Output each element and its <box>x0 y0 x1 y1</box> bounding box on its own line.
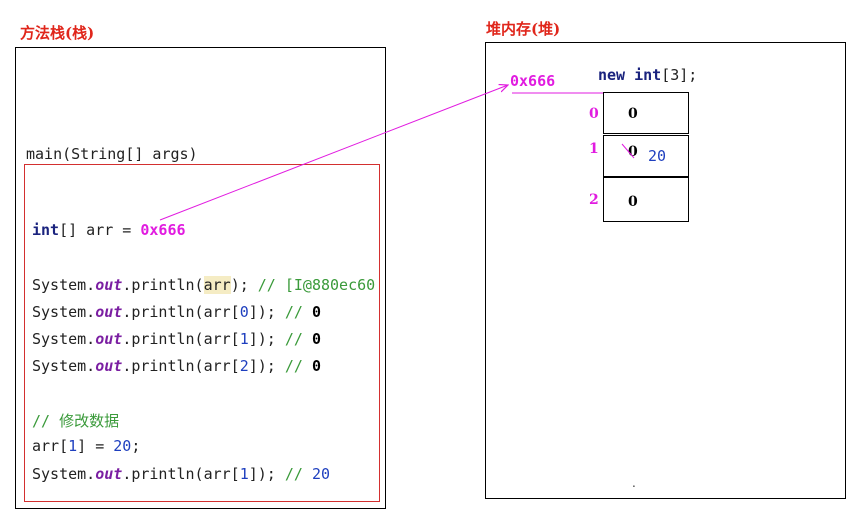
array-cell: 0 <box>603 92 689 134</box>
array-declaration: int[] arr = 0x666 <box>32 221 186 239</box>
line-suffix: ]); <box>248 303 285 321</box>
cell-value: 0 <box>628 144 638 160</box>
line-comment: // <box>284 303 312 321</box>
line-comment: // <box>284 357 312 375</box>
frame-label: main(String[] args) <box>26 145 198 163</box>
out-field: out <box>95 330 123 348</box>
cell-value: 0 <box>628 106 638 122</box>
index-label: 1 <box>589 141 599 157</box>
int-keyword: int <box>32 221 60 239</box>
line-result: 0 <box>311 303 321 321</box>
line-comment: // <box>257 276 285 294</box>
out-field: out <box>95 357 123 375</box>
line-result: 20 <box>311 465 331 483</box>
line-mid: .println(arr[ <box>122 357 240 375</box>
assign-lhs: arr[ <box>32 437 69 455</box>
line-result: 0 <box>311 357 321 375</box>
line-arg: 2 <box>239 357 249 375</box>
line-arg: 0 <box>239 303 249 321</box>
line-prefix: System. <box>32 465 96 483</box>
array-cell: 0 20 <box>603 135 689 177</box>
line-suffix: ]); <box>248 357 285 375</box>
assignment-line: arr[1] = 20; <box>32 437 140 455</box>
stray-dot: . <box>632 476 636 490</box>
new-keyword: new <box>598 66 626 84</box>
line-comment: // <box>284 330 312 348</box>
line-mid: .println(arr[ <box>122 465 240 483</box>
index-label: 2 <box>589 192 599 208</box>
print-line-0: System.out.println(arr[0]); // 0 <box>32 303 321 321</box>
out-field: out <box>95 276 123 294</box>
out-field: out <box>95 465 123 483</box>
index-label: 0 <box>589 106 599 122</box>
out-field: out <box>95 303 123 321</box>
line-arg: 1 <box>239 465 249 483</box>
line-mid: .println(arr[ <box>122 330 240 348</box>
stack-title: 方法栈(栈) <box>20 24 95 42</box>
line-suffix: ]); <box>248 465 285 483</box>
decl-text: [] arr = <box>59 221 141 239</box>
array-cell: 0 <box>603 177 689 222</box>
line-result: [I@880ec60 <box>284 276 376 294</box>
line-prefix: System. <box>32 330 96 348</box>
assign-index: 1 <box>68 437 78 455</box>
print-line-1: System.out.println(arr[1]); // 0 <box>32 330 321 348</box>
new-array-expression: new int[3]; <box>598 66 697 84</box>
line-suffix: ); <box>230 276 258 294</box>
line-mid: .println(arr[ <box>122 303 240 321</box>
assign-end: ; <box>131 437 141 455</box>
line-prefix: System. <box>32 276 96 294</box>
print-line-2: System.out.println(arr[2]); // 0 <box>32 357 321 375</box>
assign-mid: ] = <box>77 437 114 455</box>
decl-address: 0x666 <box>140 221 186 239</box>
assign-value: 20 <box>113 437 132 455</box>
array-size: [3]; <box>661 66 698 84</box>
line-arg: 1 <box>239 330 249 348</box>
print-line-arr: System.out.println(arr); // [I@880ec60 <box>32 276 375 294</box>
line-prefix: System. <box>32 303 96 321</box>
cell-new-value: 20 <box>648 147 667 165</box>
line-result: 0 <box>311 330 321 348</box>
line-arg: arr <box>203 276 231 294</box>
heap-address: 0x666 <box>510 72 556 90</box>
print-line-last: System.out.println(arr[1]); // 20 <box>32 465 330 483</box>
line-comment: // <box>284 465 312 483</box>
modify-comment: // 修改数据 <box>32 412 120 430</box>
cell-value: 0 <box>628 194 638 210</box>
int-keyword: int <box>634 66 662 84</box>
line-mid: .println( <box>122 276 204 294</box>
heap-title: 堆内存(堆) <box>486 20 561 38</box>
line-prefix: System. <box>32 357 96 375</box>
line-suffix: ]); <box>248 330 285 348</box>
